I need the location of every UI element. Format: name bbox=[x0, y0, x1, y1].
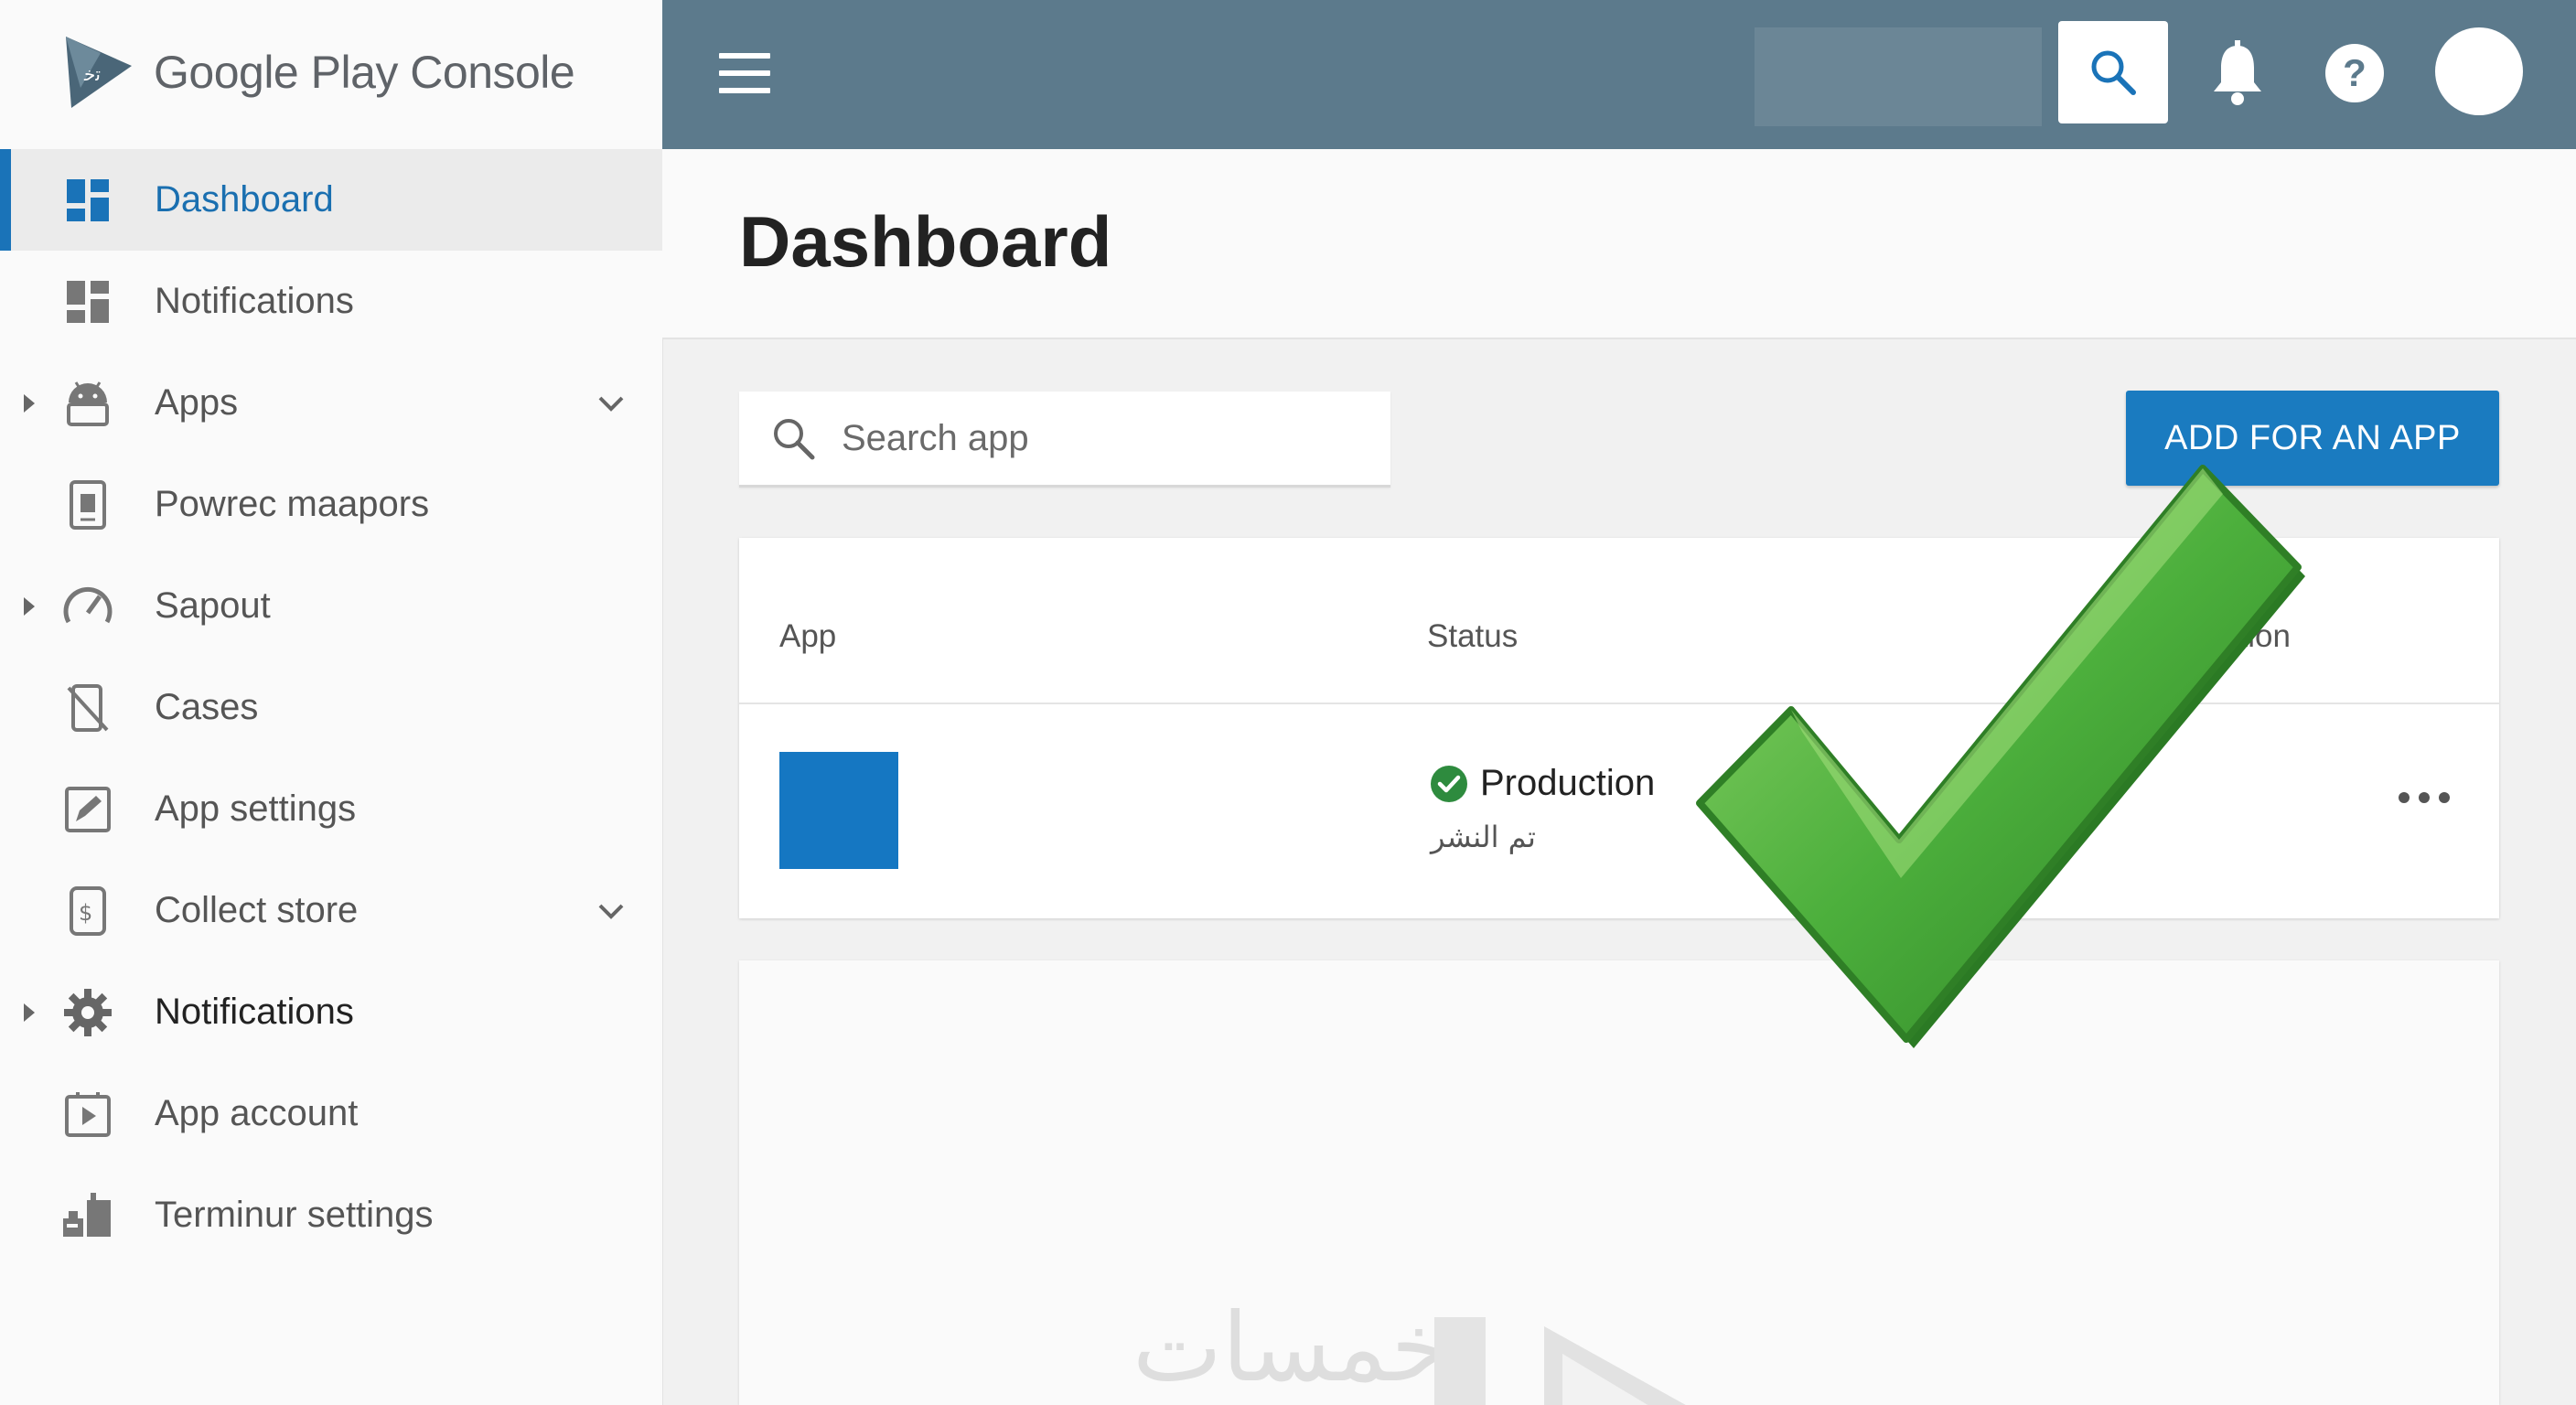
chevron-down-icon[interactable] bbox=[595, 387, 628, 420]
android-icon bbox=[60, 376, 115, 431]
menu-icon[interactable] bbox=[719, 53, 770, 93]
sidebar-item-apps[interactable]: Apps bbox=[0, 352, 662, 454]
phone-tag-icon: $ bbox=[60, 884, 115, 938]
search-icon bbox=[774, 419, 815, 460]
search-icon bbox=[2091, 50, 2136, 95]
avatar[interactable] bbox=[2435, 27, 2523, 115]
sidebar-item-label: App account bbox=[155, 1093, 359, 1133]
watermark: خمسات bbox=[1132, 1292, 1450, 1403]
check-circle-icon bbox=[1431, 765, 1467, 802]
notifications-grid-icon bbox=[60, 274, 115, 329]
search-input[interactable] bbox=[840, 408, 1374, 468]
global-search-field[interactable] bbox=[1755, 27, 2042, 126]
status-cell: Production تم النشر bbox=[1429, 763, 1656, 854]
sidebar-item-cases[interactable]: Cases bbox=[0, 657, 662, 758]
svg-text:ﺗﺧ: ﺗﺧ bbox=[83, 63, 101, 85]
sidebar-item-terminur-settings[interactable]: Terminur settings bbox=[0, 1164, 662, 1266]
status-label: Production bbox=[1480, 763, 1656, 803]
page-title: Dashboard bbox=[739, 201, 1112, 282]
sidebar: ﺗﺧ Google Play Console Dashboard Notific… bbox=[0, 0, 663, 1405]
watermark-play-icon bbox=[1434, 1317, 1686, 1405]
page-header: Dashboard bbox=[662, 149, 2576, 339]
top-app-bar: ? bbox=[662, 0, 2576, 149]
sidebar-item-sapout[interactable]: Sapout bbox=[0, 555, 662, 657]
help-icon[interactable]: ? bbox=[2320, 38, 2389, 108]
search-button[interactable] bbox=[2058, 21, 2168, 123]
dashboard-icon bbox=[60, 173, 115, 228]
app-icon[interactable] bbox=[779, 752, 898, 869]
sidebar-item-label: Cases bbox=[155, 687, 259, 727]
svg-text:$: $ bbox=[79, 900, 92, 926]
sidebar-nav: Dashboard Notifications Apps Powrec maap… bbox=[0, 149, 662, 1266]
sidebar-item-label: Notifications bbox=[155, 281, 354, 321]
sidebar-item-label: Terminur settings bbox=[155, 1195, 434, 1235]
expand-caret-icon[interactable] bbox=[24, 393, 35, 413]
search-app-field[interactable] bbox=[739, 391, 1390, 488]
bell-icon[interactable] bbox=[2206, 38, 2269, 108]
sidebar-item-label: Notifications bbox=[155, 992, 354, 1032]
speedometer-icon bbox=[60, 579, 115, 634]
sidebar-item-label: Dashboard bbox=[155, 179, 334, 220]
phone-document-icon bbox=[60, 477, 115, 532]
sidebar-item-label: Powrec maapors bbox=[155, 484, 430, 524]
sidebar-item-powrec-maapors[interactable]: Powrec maapors bbox=[0, 454, 662, 555]
brand-name: Google Play Console bbox=[154, 47, 575, 98]
column-header-app[interactable]: App bbox=[779, 618, 836, 655]
column-header-status[interactable]: Status bbox=[1427, 618, 1518, 655]
edit-square-icon bbox=[60, 782, 115, 837]
sidebar-item-app-account[interactable]: App account bbox=[0, 1063, 662, 1164]
checkmark-icon bbox=[1696, 465, 2305, 1048]
expand-caret-icon[interactable] bbox=[24, 596, 35, 616]
brand[interactable]: ﺗﺧ Google Play Console bbox=[62, 33, 575, 112]
more-options-icon[interactable] bbox=[2399, 792, 2450, 805]
sidebar-item-notifications[interactable]: Notifications bbox=[0, 251, 662, 352]
status-sublabel: تم النشر bbox=[1431, 820, 1536, 854]
sidebar-item-app-settings[interactable]: App settings bbox=[0, 758, 662, 860]
sidebar-item-dashboard[interactable]: Dashboard bbox=[0, 149, 662, 251]
expand-caret-icon[interactable] bbox=[24, 1003, 35, 1022]
terminal-settings-icon bbox=[60, 1188, 115, 1243]
sidebar-item-label: Apps bbox=[155, 382, 239, 423]
sidebar-item-label: App settings bbox=[155, 788, 357, 829]
play-console-logo-icon: ﺗﺧ bbox=[66, 37, 132, 108]
sidebar-item-notifications-settings[interactable]: Notifications bbox=[0, 961, 662, 1063]
play-box-icon bbox=[60, 1087, 115, 1142]
svg-text:?: ? bbox=[2343, 51, 2367, 94]
sidebar-item-label: Collect store bbox=[155, 890, 359, 930]
phone-slash-icon bbox=[60, 681, 115, 735]
gear-icon bbox=[60, 985, 115, 1040]
chevron-down-icon[interactable] bbox=[595, 895, 628, 928]
sidebar-item-collect-store[interactable]: $ Collect store bbox=[0, 860, 662, 961]
sidebar-item-label: Sapout bbox=[155, 585, 271, 626]
